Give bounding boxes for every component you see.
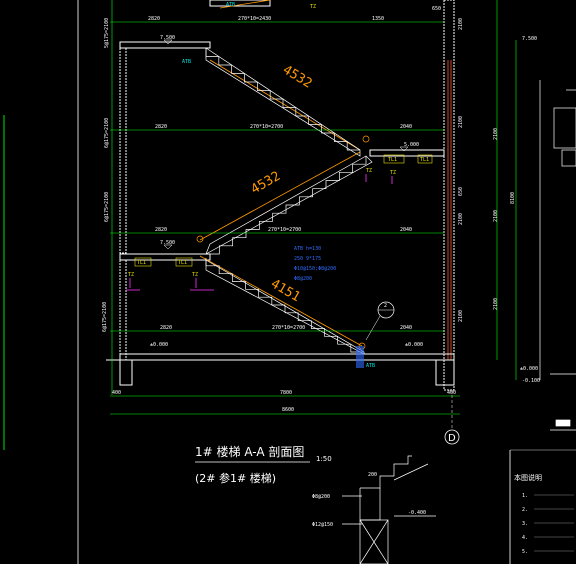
stair-flights: 4532 4532 4151 [196,0,373,355]
note-4: 4. [522,535,528,541]
dim-total-7800: 7800 [280,390,292,396]
elev-7500-right: 7.500 [522,36,537,42]
blue-note-2: 250 9*175 [294,256,321,262]
dim-left-v4: 6@175=2100 [102,302,108,332]
cyan-annotations: ATB ATB ATB ATB h=130 250 9*175 Φ10@150;… [182,2,375,369]
dim-total-8600: 8600 [282,407,294,413]
dim-left-v1: 5@175=2100 [104,18,110,48]
dim-low-2820: 2820 [160,325,172,331]
tag-tz-5: TZ [192,272,198,278]
dim-mid-2780-a: 270*10=2700 [250,124,283,130]
note-2: 2. [522,507,528,513]
dim-mid-2040-b: 2040 [400,227,412,233]
sheet-frame [3,0,576,564]
axis-bubble: D [444,390,460,445]
title-scale: 1:50 [316,455,332,463]
cyan-tag-1: ATB [182,59,191,65]
dim-right-650: 650 [458,187,464,196]
detail-label-b: Φ12@150 [312,522,333,528]
dim-mid-2040-a: 2040 [400,124,412,130]
tag-tz-1: TZ [310,4,316,10]
drawing-title: 1# 楼梯 A-A 剖面图 1:50 (2# 参1# 楼梯) [195,444,332,485]
dim-mid-2780-b: 270*10=2700 [268,227,301,233]
elev-000-c: ±0.000 [520,366,538,372]
flight-length-middle: 4532 [249,169,284,198]
tag-tz-3: TZ [390,170,396,176]
dim-right-v4: 2100 [458,310,464,322]
axis-bubble-label: D [448,433,456,444]
detail-side-label: -0.400 [408,510,426,516]
dim-top-1350: 1350 [372,16,384,22]
dim-right2-v3: 2100 [493,298,499,310]
blue-note-4: Φ8@200 [294,276,312,282]
foundation-detail: 200 Φ8@200 Φ12@150 -0.400 [312,455,436,564]
beam-tags: TL1 TL1 TL1 TL1 TZ TZ TZ TZ TZ [126,4,433,291]
dim-top-2820: 2820 [148,16,160,22]
dim-right2-v1: 2100 [493,128,499,140]
dim-right-v1: 2100 [458,18,464,30]
dimension-lines [110,0,517,415]
cyan-tag-3: ATB [226,2,235,8]
dim-right-v2: 2100 [458,116,464,128]
tag-tz-4: TZ [128,272,134,278]
dim-left-v3: 6@175=2100 [104,192,110,222]
dim-mid-2820-b: 2820 [155,227,167,233]
notes-title: 本图说明 [514,473,542,482]
tag-tl1-d: TL1 [137,260,146,266]
tag-tz-2: TZ [366,168,372,174]
title-text: 1# 楼梯 A-A 剖面图 [195,444,304,459]
building-walls [106,0,455,391]
elev-000-b: ±0.000 [405,342,423,348]
dim-left-400: 400 [112,390,121,396]
dim-left-v2: 6@175=2100 [104,118,110,148]
callout-number: 2 [384,303,387,309]
detail-callout: 2 [365,301,395,341]
dim-mid-2820-a: 2820 [155,124,167,130]
dim-right-v3: 2100 [458,213,464,225]
dim-right-400: 400 [447,390,456,396]
blue-note-3: Φ10@150;Φ8@200 [294,266,336,272]
detail-label-a: Φ8@200 [312,494,330,500]
dim-low-2780: 270*10=2700 [272,325,305,331]
stair-section-drawing: 4532 4532 4151 2820 270*10=2430 1350 650… [3,0,576,564]
flight-length-upper: 4532 [280,63,315,92]
tag-tl1-c: TL1 [178,260,187,266]
elev-000-a: ±0.000 [150,342,168,348]
title-subtitle: (2# 参1# 楼梯) [195,471,276,485]
note-1: 1. [522,493,528,499]
elevation-marks: 7.500 5.000 7.500 ±0.000 ±0.000 ±0.000 -… [150,35,540,384]
dim-right-total: 8100 [510,192,516,204]
dim-right2-v2: 2100 [493,210,499,222]
tag-tl1-b: TL1 [420,157,429,163]
general-notes: 本图说明 1. 2. 3. 4. 5. [514,473,574,555]
elev-neg-0100: -0.100 [522,378,540,384]
blue-note-1: ATB h=130 [294,246,321,252]
dim-top-650: 650 [432,6,441,12]
cyan-tag-2: ATB [366,363,375,369]
tag-tl1-a: TL1 [388,157,397,163]
dim-top-2780: 270*10=2430 [238,16,271,22]
note-3: 3. [522,521,528,527]
note-5: 5. [522,549,528,555]
right-edge-detail [539,80,576,431]
dim-low-2040: 2040 [400,325,412,331]
detail-top-label: 200 [368,472,377,478]
